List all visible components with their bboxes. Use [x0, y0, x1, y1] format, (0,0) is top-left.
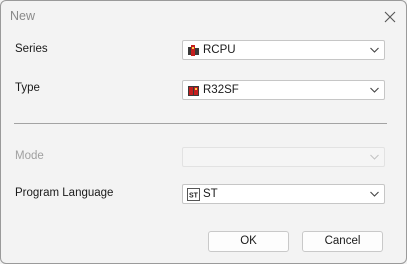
chevron-down-icon — [370, 154, 379, 160]
close-icon — [384, 11, 396, 23]
new-project-dialog: New Series RCPU Type R32SF Mode Program … — [0, 0, 407, 264]
type-value: R32SF — [203, 84, 239, 96]
st-language-icon: ST — [187, 188, 200, 201]
program-language-value: ST — [203, 188, 218, 200]
program-language-label: Program Language — [15, 187, 114, 199]
mode-label: Mode — [15, 150, 44, 162]
series-value: RCPU — [203, 44, 236, 56]
type-dropdown[interactable]: R32SF — [182, 80, 385, 100]
rcpu-series-icon — [188, 45, 199, 56]
program-language-dropdown[interactable]: ST ST — [182, 184, 385, 204]
chevron-down-icon — [370, 87, 379, 93]
svg-text:ST: ST — [189, 193, 199, 200]
title-bar: New — [1, 1, 406, 33]
mode-dropdown[interactable] — [182, 147, 385, 167]
ok-button[interactable]: OK — [208, 231, 289, 252]
type-label: Type — [15, 82, 40, 94]
dialog-title: New — [10, 9, 36, 23]
series-label: Series — [15, 43, 48, 55]
close-button[interactable] — [381, 8, 399, 26]
cancel-button[interactable]: Cancel — [302, 231, 383, 252]
series-dropdown[interactable]: RCPU — [182, 40, 385, 60]
cpu-module-icon — [188, 86, 199, 96]
chevron-down-icon — [370, 191, 379, 197]
section-divider — [14, 123, 387, 124]
chevron-down-icon — [370, 47, 379, 53]
